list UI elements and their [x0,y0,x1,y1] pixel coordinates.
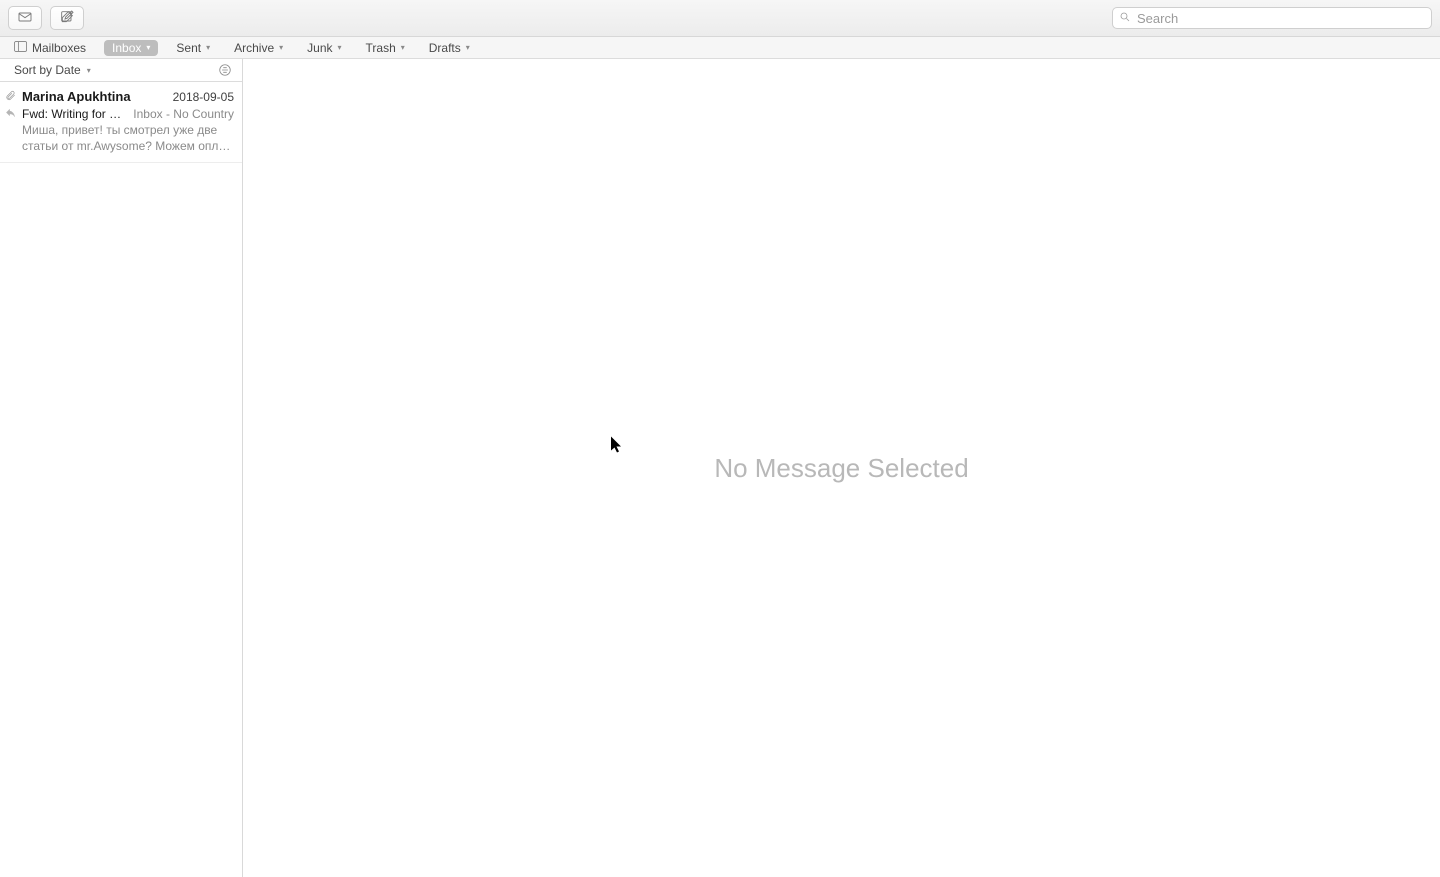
chevron-down-icon: ▾ [401,43,405,52]
reply-icon [5,106,16,117]
favbar-item-label: Drafts [429,41,461,55]
toolbar [0,0,1440,37]
favbar-item-label: Sent [176,41,201,55]
mailboxes-label: Mailboxes [32,41,86,55]
envelope-icon [17,9,33,28]
message-subject: Fwd: Writing for S… [22,106,127,122]
search-input[interactable] [1137,11,1425,26]
get-mail-button[interactable] [8,6,42,30]
message-sender: Marina Apukhtina [22,88,131,106]
favbar-junk[interactable]: Junk ▾ [301,40,347,56]
favbar-archive[interactable]: Archive ▾ [228,40,289,56]
chevron-down-icon: ▾ [146,43,150,52]
favbar-item-label: Inbox [112,41,141,55]
message-mailbox: Inbox - No Country [133,106,234,122]
message-preview: Миша, привет! ты смотрел уже две статьи … [22,122,234,154]
chevron-down-icon: ▾ [87,66,91,75]
mailboxes-button[interactable]: Mailboxes [8,40,92,56]
message-line-1: Marina Apukhtina 2018-09-05 [22,88,234,106]
chevron-down-icon: ▾ [279,43,283,52]
paperclip-icon [5,89,16,100]
reading-pane: No Message Selected [243,59,1440,877]
search-field[interactable] [1112,7,1432,29]
favbar-item-label: Trash [366,41,396,55]
message-row[interactable]: Marina Apukhtina 2018-09-05 Fwd: Writing… [0,82,242,163]
favbar-inbox[interactable]: Inbox ▾ [104,40,158,56]
favbar-sent[interactable]: Sent ▾ [170,40,216,56]
sidebar-toggle-icon [14,41,27,55]
empty-state-text: No Message Selected [714,453,968,484]
chevron-down-icon: ▾ [466,43,470,52]
compose-icon [59,9,75,28]
favbar-trash[interactable]: Trash ▾ [360,40,411,56]
favbar-item-label: Junk [307,41,332,55]
sort-button[interactable]: Sort by Date ▾ [14,63,91,77]
message-line-2: Fwd: Writing for S… Inbox - No Country [22,106,234,122]
main-split: Sort by Date ▾ Marina Apukhtina 2018-09-… [0,59,1440,877]
favorites-bar: Mailboxes Inbox ▾ Sent ▾ Archive ▾ Junk … [0,37,1440,59]
message-list-header: Sort by Date ▾ [0,59,242,82]
sort-label: Sort by Date [14,63,81,77]
favbar-item-label: Archive [234,41,274,55]
message-list-pane: Sort by Date ▾ Marina Apukhtina 2018-09-… [0,59,243,877]
chevron-down-icon: ▾ [338,43,342,52]
search-icon [1119,11,1137,26]
filter-icon [218,66,232,80]
favbar-drafts[interactable]: Drafts ▾ [423,40,476,56]
compose-button[interactable] [50,6,84,30]
message-date: 2018-09-05 [173,89,234,105]
chevron-down-icon: ▾ [206,43,210,52]
toolbar-left-group [8,6,84,30]
filter-button[interactable] [218,63,232,77]
